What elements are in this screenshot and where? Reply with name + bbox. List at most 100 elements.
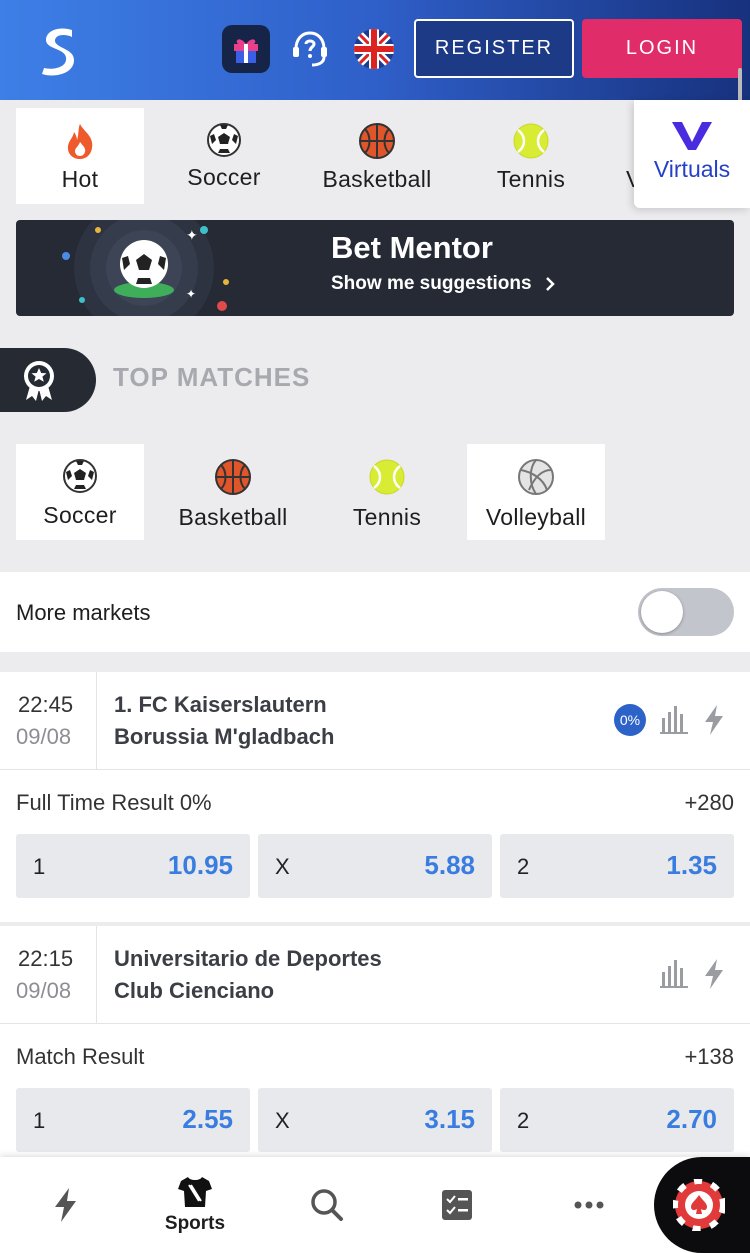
soccer-ball-icon bbox=[63, 459, 97, 493]
odd-value: 2.70 bbox=[666, 1104, 717, 1134]
volleyball-icon bbox=[518, 459, 554, 495]
odd-button-home[interactable]: 1 2.55 bbox=[16, 1088, 250, 1152]
match-date: 09/08 bbox=[16, 724, 72, 749]
bet-mentor-title: Bet Mentor bbox=[331, 230, 493, 265]
flash-icon bbox=[55, 1188, 76, 1222]
market-name: Full Time Result 0% bbox=[16, 790, 212, 815]
top-matches-tab-label: Volleyball bbox=[485, 504, 587, 530]
more-markets-toggle[interactable] bbox=[638, 588, 734, 636]
login-button[interactable]: LOGIN bbox=[582, 19, 742, 78]
bet-mentor-subtitle[interactable]: Show me suggestions bbox=[331, 273, 557, 295]
bottom-nav: Sports bbox=[0, 1157, 750, 1253]
headset-help-icon bbox=[293, 31, 327, 67]
odd-key: X bbox=[275, 1108, 290, 1133]
casino-button[interactable] bbox=[654, 1157, 750, 1253]
odd-value: 1.35 bbox=[666, 850, 717, 880]
odd-value: 3.15 bbox=[424, 1104, 475, 1134]
sport-tab-tennis[interactable]: Tennis bbox=[478, 108, 584, 204]
match-time: 22:45 bbox=[18, 692, 74, 717]
register-button[interactable]: REGISTER bbox=[414, 19, 574, 78]
market-name: Match Result bbox=[16, 1044, 145, 1069]
odd-key: 2 bbox=[517, 1108, 530, 1133]
odd-button-draw[interactable]: X 3.15 bbox=[258, 1088, 492, 1152]
more-dots-icon bbox=[574, 1201, 604, 1209]
sport-tab-basketball[interactable]: Basketball bbox=[310, 108, 444, 204]
brand-logo[interactable] bbox=[38, 24, 82, 76]
tennis-ball-icon bbox=[369, 459, 405, 495]
margin-badge: 0% bbox=[614, 704, 646, 736]
top-matches-tab-volleyball[interactable]: Volleyball bbox=[467, 444, 605, 540]
sport-tab-label: Hot bbox=[61, 166, 99, 192]
chevron-right-icon bbox=[545, 277, 555, 291]
odd-key: 1 bbox=[33, 1108, 46, 1133]
jersey-icon bbox=[178, 1177, 212, 1207]
bet-mentor-subtitle-text: Show me suggestions bbox=[331, 273, 532, 294]
more-markets-row: More markets bbox=[0, 572, 750, 652]
divider bbox=[96, 672, 97, 770]
more-markets-label: More markets bbox=[16, 600, 151, 625]
odd-button-away[interactable]: 2 1.35 bbox=[500, 834, 734, 898]
bottom-nav-more[interactable] bbox=[524, 1157, 654, 1253]
bottom-nav-betslip[interactable] bbox=[392, 1157, 522, 1253]
language-flag-button[interactable] bbox=[354, 29, 394, 69]
gift-icon bbox=[234, 39, 258, 63]
home-team: 1. FC Kaiserslautern bbox=[114, 692, 327, 717]
support-button[interactable] bbox=[288, 25, 332, 73]
match-header[interactable]: 22:45 09/08 1. FC Kaiserslautern Borussi… bbox=[0, 672, 750, 770]
odd-button-away[interactable]: 2 2.70 bbox=[500, 1088, 734, 1152]
sport-tab-label: Soccer bbox=[187, 164, 261, 190]
award-ribbon-icon bbox=[24, 361, 54, 401]
stats-icon[interactable] bbox=[660, 958, 688, 988]
odd-button-home[interactable]: 1 10.95 bbox=[16, 834, 250, 898]
sport-tab-soccer[interactable]: Soccer bbox=[170, 108, 278, 204]
basketball-icon bbox=[215, 459, 251, 495]
away-team: Borussia M'gladbach bbox=[114, 724, 335, 749]
top-matches-tab-basketball[interactable]: Basketball bbox=[166, 444, 300, 540]
bet-mentor-illustration: ✦ ✦ bbox=[62, 220, 229, 316]
sport-tab-hot[interactable]: Hot bbox=[16, 108, 144, 204]
bet-mentor-banner[interactable]: ✦ ✦ Bet Mentor Show me suggestions bbox=[16, 220, 734, 316]
divider bbox=[96, 926, 97, 1024]
search-icon bbox=[311, 1189, 343, 1221]
svg-text:✦: ✦ bbox=[186, 228, 198, 244]
bottom-nav-sports[interactable]: Sports bbox=[130, 1157, 260, 1253]
top-matches-tab-label: Tennis bbox=[352, 504, 422, 530]
more-markets-count[interactable]: +138 bbox=[684, 1044, 734, 1070]
svg-text:✦: ✦ bbox=[186, 287, 196, 301]
match-card: 22:45 09/08 1. FC Kaiserslautern Borussi… bbox=[0, 672, 750, 922]
flash-icon[interactable] bbox=[702, 958, 726, 990]
top-matches-tab-soccer[interactable]: Soccer bbox=[16, 444, 144, 540]
uk-flag-icon bbox=[354, 29, 394, 69]
bottom-nav-live[interactable] bbox=[0, 1157, 130, 1253]
odd-value: 2.55 bbox=[182, 1104, 233, 1134]
top-matches-title: TOP MATCHES bbox=[113, 362, 311, 392]
bottom-nav-sports-label: Sports bbox=[164, 1213, 226, 1234]
sport-tab-label: Basketball bbox=[322, 166, 432, 192]
odd-value: 5.88 bbox=[424, 850, 475, 880]
virtuals-logo-icon bbox=[672, 122, 712, 150]
flash-icon[interactable] bbox=[702, 704, 726, 736]
match-time: 22:15 bbox=[18, 946, 74, 971]
tennis-ball-icon bbox=[513, 123, 549, 159]
more-markets-count[interactable]: +280 bbox=[684, 790, 734, 816]
top-matches-tab-tennis[interactable]: Tennis bbox=[334, 444, 440, 540]
match-date: 09/08 bbox=[16, 978, 72, 1003]
odd-key: 1 bbox=[33, 854, 46, 879]
promotions-gift-button[interactable] bbox=[222, 25, 270, 73]
top-matches-badge bbox=[0, 348, 96, 412]
bottom-nav-search[interactable] bbox=[262, 1157, 392, 1253]
odd-key: X bbox=[275, 854, 290, 879]
checklist-icon bbox=[442, 1190, 472, 1220]
home-team: Universitario de Deportes bbox=[114, 946, 382, 971]
odd-key: 2 bbox=[517, 854, 530, 879]
stats-icon[interactable] bbox=[660, 704, 688, 734]
away-team: Club Cienciano bbox=[114, 978, 275, 1003]
casino-chip-icon bbox=[673, 1179, 725, 1231]
virtuals-tab[interactable]: Virtuals bbox=[634, 100, 750, 208]
match-header[interactable]: 22:15 09/08 Universitario de Deportes Cl… bbox=[0, 926, 750, 1024]
basketball-icon bbox=[359, 123, 395, 159]
flame-icon bbox=[67, 124, 93, 159]
top-matches-tab-label: Basketball bbox=[178, 504, 288, 530]
toggle-knob bbox=[641, 591, 683, 633]
odd-button-draw[interactable]: X 5.88 bbox=[258, 834, 492, 898]
